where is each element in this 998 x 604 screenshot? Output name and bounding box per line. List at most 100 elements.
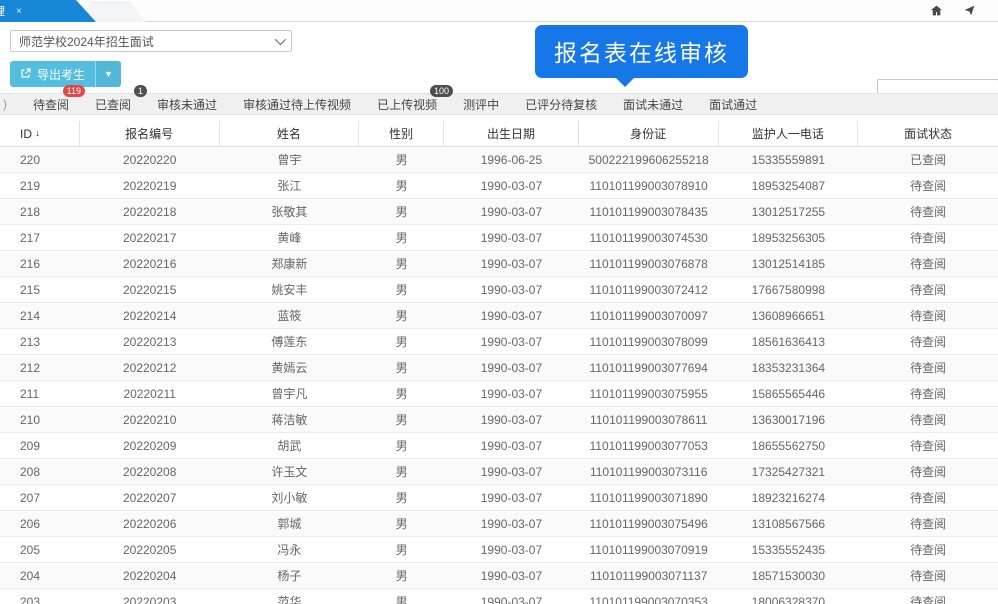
status-tab-interview-passed[interactable]: 面试通过	[709, 96, 757, 113]
status-tab-interview-failed[interactable]: 面试未通过	[623, 96, 683, 113]
table-row[interactable]: 21620220216郑康新男1990-03-07110101199003076…	[0, 251, 998, 277]
column-header-2[interactable]: 姓名	[220, 121, 360, 146]
table-row[interactable]: 21320220213傅莲东男1990-03-07110101199003078…	[0, 329, 998, 355]
table-row[interactable]: 22020220220曾宇男1996-06-255002221996062552…	[0, 147, 998, 173]
table-row[interactable]: 21720220217黄峰男1990-03-071101011990030745…	[0, 225, 998, 251]
cell-报名编号: 20220211	[80, 381, 220, 406]
cell-报名编号: 20220216	[80, 251, 220, 276]
cell-姓名: 蒋洁敏	[220, 407, 360, 432]
export-icon	[20, 67, 32, 82]
table-row[interactable]: 20520220205冯永男1990-03-071101011990030709…	[0, 537, 998, 563]
table-row[interactable]: 21220220212黄嫣云男1990-03-07110101199003077…	[0, 355, 998, 381]
table-row[interactable]: 20420220204杨子男1990-03-071101011990030711…	[0, 563, 998, 589]
cell-面试状态: 待查阅	[858, 537, 998, 562]
cell-性别: 男	[359, 251, 444, 276]
actions-row: 导出考生 ▼	[10, 61, 988, 87]
status-tab-pending-review[interactable]: 待查阅119	[33, 96, 69, 113]
exam-select[interactable]: 师范学校2024年招生面试	[10, 30, 292, 52]
cell-姓名: 傅莲东	[220, 329, 360, 354]
cell-ID: 219	[0, 173, 80, 198]
status-tab-in-assessment[interactable]: 测评中	[463, 96, 499, 113]
column-header-6[interactable]: 监护人一电话	[719, 121, 859, 146]
status-tab-video-uploaded[interactable]: 已上传视频100	[377, 96, 437, 113]
cell-性别: 男	[359, 173, 444, 198]
cell-面试状态: 待查阅	[858, 433, 998, 458]
cell-出生日期: 1990-03-07	[444, 251, 579, 276]
table-row[interactable]: 21020220210蒋洁敏男1990-03-07110101199003078…	[0, 407, 998, 433]
cell-报名编号: 20220214	[80, 303, 220, 328]
cell-监护人一电话: 13012514185	[719, 251, 859, 276]
table-row[interactable]: 21420220214蓝筱男1990-03-071101011990030700…	[0, 303, 998, 329]
cell-出生日期: 1990-03-07	[444, 459, 579, 484]
sort-desc-icon[interactable]: ↓	[35, 128, 40, 139]
status-tab-review-failed[interactable]: 审核未通过	[157, 96, 217, 113]
cell-ID: 207	[0, 485, 80, 510]
cell-报名编号: 20220209	[80, 433, 220, 458]
table-row[interactable]: 21120220211曾宇凡男1990-03-07110101199003075…	[0, 381, 998, 407]
table-row[interactable]: 20720220207刘小敏男1990-03-07110101199003071…	[0, 485, 998, 511]
cell-报名编号: 20220208	[80, 459, 220, 484]
cell-ID: 215	[0, 277, 80, 302]
cell-监护人一电话: 13630017196	[719, 407, 859, 432]
cell-出生日期: 1990-03-07	[444, 433, 579, 458]
cell-身份证: 110101199003077694	[579, 355, 719, 380]
cell-面试状态: 待查阅	[858, 459, 998, 484]
cell-姓名: 蓝筱	[220, 303, 360, 328]
cell-性别: 男	[359, 381, 444, 406]
cell-面试状态: 待查阅	[858, 329, 998, 354]
cell-姓名: 范华	[220, 589, 360, 604]
cell-出生日期: 1990-03-07	[444, 173, 579, 198]
table-row[interactable]: 20320220203范华男1990-03-071101011990030703…	[0, 589, 998, 604]
close-icon[interactable]: ×	[16, 6, 22, 17]
column-header-5[interactable]: 身份证	[579, 121, 719, 146]
table-row[interactable]: 20620220206郭城男1990-03-071101011990030754…	[0, 511, 998, 537]
table-header-row: ID↓报名编号姓名性别出生日期身份证监护人一电话面试状态	[0, 121, 998, 147]
cell-面试状态: 待查阅	[858, 355, 998, 380]
cell-姓名: 张敬其	[220, 199, 360, 224]
cell-报名编号: 20220205	[80, 537, 220, 562]
export-button-label: 导出考生	[37, 66, 85, 83]
cell-面试状态: 待查阅	[858, 563, 998, 588]
column-header-3[interactable]: 性别	[359, 121, 444, 146]
cell-姓名: 胡武	[220, 433, 360, 458]
callout-text: 报名表在线审核	[554, 40, 729, 66]
cell-监护人一电话: 18655562750	[719, 433, 859, 458]
status-tab-scored-await-recheck[interactable]: 已评分待复核	[525, 96, 597, 113]
cell-ID: 218	[0, 199, 80, 224]
table-row[interactable]: 21920220219张江男1990-03-071101011990030789…	[0, 173, 998, 199]
cell-ID: 211	[0, 381, 80, 406]
cell-报名编号: 20220213	[80, 329, 220, 354]
cell-性别: 男	[359, 303, 444, 328]
caret-down-icon[interactable]: ▼	[95, 61, 121, 87]
cell-ID: 216	[0, 251, 80, 276]
cell-性别: 男	[359, 199, 444, 224]
send-icon[interactable]	[963, 4, 976, 17]
cell-身份证: 110101199003078611	[579, 407, 719, 432]
cell-面试状态: 待查阅	[858, 199, 998, 224]
table-row[interactable]: 21520220215姚安丰男1990-03-07110101199003072…	[0, 277, 998, 303]
cell-出生日期: 1996-06-25	[444, 147, 579, 172]
cell-姓名: 曾宇	[220, 147, 360, 172]
table-row[interactable]: 21820220218张敬其男1990-03-07110101199003078…	[0, 199, 998, 225]
cell-姓名: 冯永	[220, 537, 360, 562]
status-tab-approved-await-video[interactable]: 审核通过待上传视频	[243, 96, 351, 113]
table-row[interactable]: 20920220209胡武男1990-03-071101011990030770…	[0, 433, 998, 459]
table-row[interactable]: 20820220208许玉文男1990-03-07110101199003073…	[0, 459, 998, 485]
cell-监护人一电话: 18953254087	[719, 173, 859, 198]
cell-姓名: 曾宇凡	[220, 381, 360, 406]
cell-报名编号: 20220206	[80, 511, 220, 536]
cell-面试状态: 待查阅	[858, 511, 998, 536]
active-window-tab[interactable]: 理 ×	[0, 0, 96, 22]
cell-ID: 205	[0, 537, 80, 562]
export-candidates-button[interactable]: 导出考生 ▼	[10, 61, 121, 87]
column-header-4[interactable]: 出生日期	[444, 121, 579, 146]
status-tab-reviewed[interactable]: 已查阅1	[95, 96, 131, 113]
column-header-0[interactable]: ID↓	[0, 121, 80, 146]
cell-身份证: 110101199003070919	[579, 537, 719, 562]
column-header-1[interactable]: 报名编号	[80, 121, 220, 146]
candidates-table: ID↓报名编号姓名性别出生日期身份证监护人一电话面试状态 22020220220…	[0, 121, 998, 604]
cell-出生日期: 1990-03-07	[444, 537, 579, 562]
cell-出生日期: 1990-03-07	[444, 589, 579, 604]
column-header-7[interactable]: 面试状态	[858, 121, 998, 146]
home-icon[interactable]	[930, 4, 943, 17]
